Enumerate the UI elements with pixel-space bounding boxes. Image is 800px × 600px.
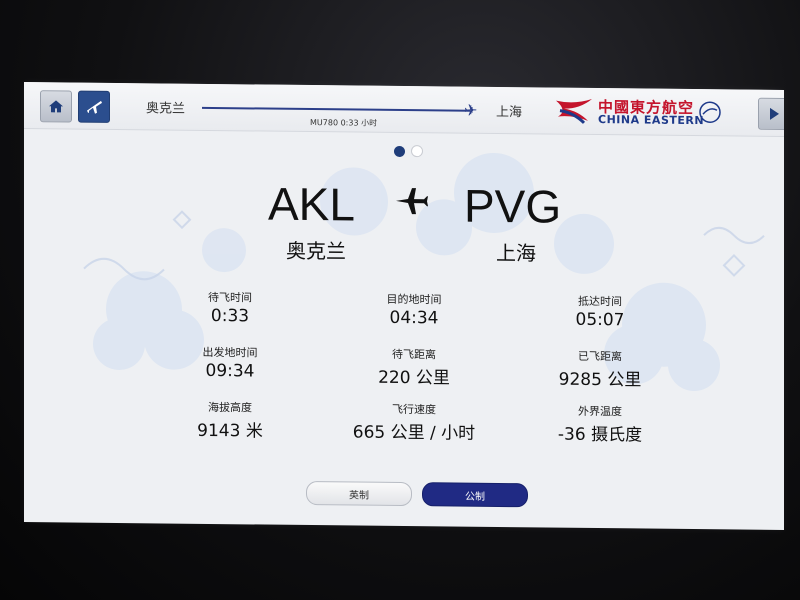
- stat-distance-to-destination-label: 待飞距离: [392, 347, 436, 362]
- home-button[interactable]: [40, 90, 72, 123]
- destination-city-name: 上海: [496, 240, 536, 266]
- stat-distance-flown-value: 9285 公里: [558, 369, 642, 391]
- origin-city-name: 奥克兰: [286, 238, 346, 264]
- flight-status: MU780 0:33 小时: [310, 118, 378, 128]
- stat-origin-time-label: 出发地时间: [202, 345, 258, 360]
- airline-swallow-icon: [556, 98, 592, 124]
- top-bar: 奥克兰 ✈ 上海 MU780 0:33 小时 中國東方航空 CHINA EAST…: [24, 82, 784, 137]
- stat-origin-time-value: 09:34: [205, 360, 255, 382]
- airline-name-en: CHINA EASTERN: [598, 113, 705, 128]
- page-indicator: [394, 142, 429, 161]
- stat-ground-speed-value: 665 公里 / 小时: [352, 422, 476, 444]
- airline-logo: 中國東方航空 CHINA EASTERN: [554, 94, 724, 130]
- imperial-units-button[interactable]: 英制: [306, 480, 412, 507]
- stat-outside-temperature-label: 外界温度: [578, 404, 622, 419]
- destination-city-label: 上海: [496, 104, 523, 121]
- stat-destination-time-label: 目的地时间: [386, 292, 442, 307]
- stat-altitude-value: 9143 米: [197, 420, 263, 442]
- stat-destination-time-value: 04:34: [389, 307, 439, 329]
- stat-outside-temperature-value: -36 摄氏度: [557, 424, 643, 446]
- route-airplane-icon: [396, 188, 428, 215]
- stat-ground-speed-label: 飞行速度: [392, 402, 436, 417]
- origin-airport-code: AKL: [268, 177, 355, 231]
- next-page-button[interactable]: [758, 97, 784, 131]
- stat-altitude-label: 海拔高度: [208, 400, 252, 415]
- page-dot-1[interactable]: [394, 145, 405, 158]
- route-progress-line: [202, 106, 470, 112]
- stat-arrival-time-label: 抵达时间: [578, 294, 622, 309]
- stat-time-to-destination-value: 0:33: [210, 305, 250, 327]
- stat-time-to-destination-label: 待飞时间: [208, 290, 252, 305]
- flight-map-button[interactable]: [78, 90, 110, 123]
- play-next-icon: [770, 107, 779, 120]
- origin-city-label: 奥克兰: [146, 101, 186, 117]
- stat-distance-flown-label: 已飞距离: [578, 349, 622, 364]
- home-icon: [49, 100, 63, 113]
- metric-units-button[interactable]: 公制: [422, 482, 528, 508]
- stat-arrival-time-value: 05:07: [575, 309, 625, 331]
- skyteam-icon: [699, 101, 721, 123]
- route-plane-icon: ✈: [464, 100, 478, 120]
- airplane-icon: [87, 100, 102, 114]
- destination-airport-code: PVG: [464, 179, 562, 233]
- page-dot-2[interactable]: [411, 145, 423, 158]
- stat-distance-to-destination-value: 220 公里: [378, 367, 450, 389]
- ife-screen: 奥克兰 ✈ 上海 MU780 0:33 小时 中國東方航空 CHINA EAST…: [24, 82, 784, 530]
